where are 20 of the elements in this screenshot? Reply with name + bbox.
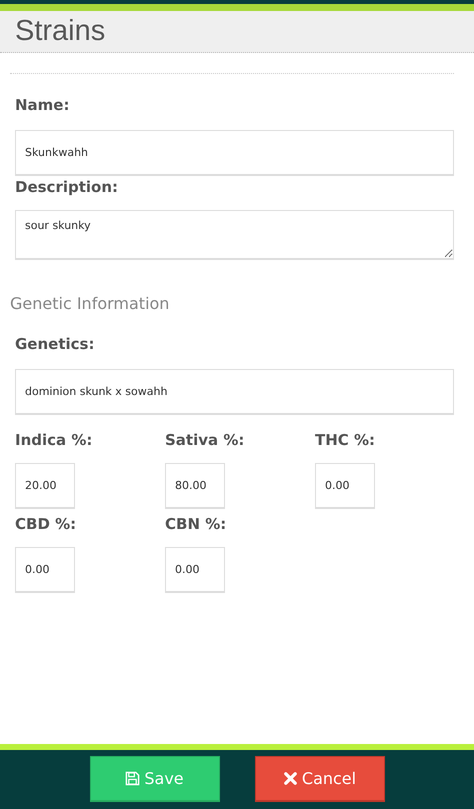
cancel-button[interactable]: Cancel — [254, 756, 384, 802]
input-field[interactable]: 0.00 — [165, 547, 225, 593]
close-icon — [282, 771, 298, 786]
field-label: THC %: — [315, 431, 376, 451]
field-label: CBD %: — [15, 515, 76, 535]
field-label: Sativa %: — [165, 431, 244, 451]
field-label: Description: — [15, 178, 118, 198]
text-area[interactable]: sour skunky — [15, 210, 454, 260]
input-field[interactable]: 20.00 — [15, 463, 75, 509]
field-label: Name: — [15, 96, 70, 116]
input-field[interactable]: 0.00 — [15, 547, 75, 593]
input-field[interactable]: 80.00 — [165, 463, 225, 509]
page-title: Strains — [15, 15, 106, 48]
field-label: CBN %: — [165, 515, 226, 535]
input-field[interactable]: 0.00 — [315, 463, 375, 509]
field-label: Genetics: — [15, 335, 94, 355]
input-field[interactable]: Skunkwahh — [15, 130, 454, 176]
input-field[interactable]: dominion skunk x sowahh — [15, 369, 454, 415]
section-title: Genetic Information — [10, 294, 170, 313]
field-label: Indica %: — [15, 431, 92, 451]
